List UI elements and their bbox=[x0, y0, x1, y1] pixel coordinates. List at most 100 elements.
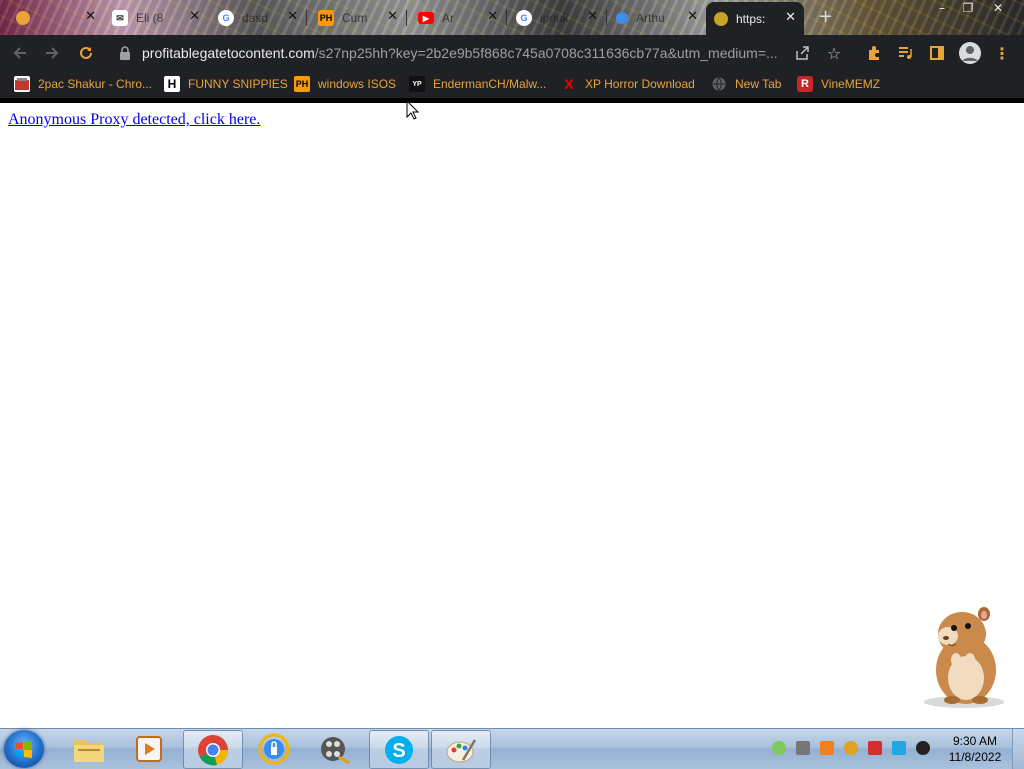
url-host: profitablegatetocontent.com bbox=[142, 45, 315, 61]
media-control-icon[interactable] bbox=[893, 41, 917, 65]
action-center-flag-icon[interactable] bbox=[868, 741, 882, 755]
close-tab-icon[interactable]: ✕ bbox=[587, 9, 598, 24]
paint-icon[interactable] bbox=[431, 730, 491, 769]
svg-text:S: S bbox=[392, 740, 405, 762]
tab-strip: ✕ ✉ Eli (8 ✕ G dasd ✕ PH Cum ✕ ▶ Ar ✕ G … bbox=[0, 0, 1024, 35]
close-tab-icon[interactable]: ✕ bbox=[687, 9, 698, 24]
close-window-button[interactable]: ✕ bbox=[984, 0, 1012, 18]
url-text[interactable]: profitablegatetocontent.com/s27np25hh?ke… bbox=[142, 45, 778, 61]
close-tab-icon[interactable]: ✕ bbox=[387, 9, 398, 24]
x-icon: X bbox=[564, 76, 574, 92]
tab-3[interactable]: PH Cum ✕ bbox=[310, 4, 406, 32]
media-player-icon[interactable] bbox=[120, 730, 178, 767]
mail-icon: ✉ bbox=[112, 10, 128, 26]
file-explorer-icon[interactable] bbox=[60, 730, 118, 767]
skype-icon[interactable]: S bbox=[369, 730, 429, 769]
bookmark-item[interactable]: H FUNNY SNIPPIES bbox=[164, 75, 288, 93]
h-icon: H bbox=[164, 76, 180, 92]
tab-title: Arthu bbox=[636, 11, 665, 25]
close-tab-icon[interactable]: ✕ bbox=[785, 10, 796, 25]
menu-kebab-icon[interactable]: ⋮ bbox=[990, 41, 1014, 65]
tab-5[interactable]: G ipnuk ✕ bbox=[508, 4, 606, 32]
reload-button[interactable] bbox=[74, 41, 98, 65]
bookmark-star-icon[interactable]: ☆ bbox=[822, 41, 846, 65]
tab-title: Cum bbox=[342, 11, 368, 25]
extensions-icon[interactable] bbox=[862, 41, 886, 65]
globe-icon bbox=[616, 12, 628, 24]
lock-icon[interactable] bbox=[118, 45, 132, 61]
forward-button[interactable] bbox=[40, 41, 64, 65]
bookmark-item[interactable]: X XP Horror Download bbox=[561, 75, 695, 93]
search-tray-icon[interactable] bbox=[844, 741, 858, 755]
chrome-icon[interactable] bbox=[183, 730, 243, 769]
tab-title: dasd bbox=[242, 11, 269, 25]
google-icon: G bbox=[218, 10, 234, 26]
browser-toolbar: profitablegatetocontent.com/s27np25hh?ke… bbox=[0, 35, 1024, 70]
windows-taskbar: S 9:30 AM 11/8/2022 bbox=[0, 728, 1024, 769]
tab-4[interactable]: ▶ Ar ✕ bbox=[410, 4, 506, 32]
mouse-cursor-icon bbox=[406, 100, 420, 120]
side-panel-icon[interactable] bbox=[925, 41, 949, 65]
restore-button[interactable]: ❐ bbox=[954, 0, 982, 18]
profile-avatar[interactable] bbox=[958, 41, 982, 65]
system-clock[interactable]: 9:30 AM 11/8/2022 bbox=[940, 733, 1010, 765]
clock-time: 9:30 AM bbox=[952, 734, 998, 748]
bookmark-item[interactable]: R VineMEMZ bbox=[797, 75, 880, 93]
video-editor-icon[interactable] bbox=[306, 730, 364, 767]
close-tab-icon[interactable]: ✕ bbox=[287, 9, 298, 24]
tab-title: Eli (8 bbox=[136, 11, 164, 25]
browser-window: ✕ ✉ Eli (8 ✕ G dasd ✕ PH Cum ✕ ▶ Ar ✕ G … bbox=[0, 0, 1024, 103]
tab-0[interactable]: ✕ bbox=[8, 4, 104, 32]
yp-icon: YP bbox=[409, 76, 425, 92]
google-icon: G bbox=[516, 10, 532, 26]
tab-title: Ar bbox=[442, 11, 454, 25]
chrome-icon bbox=[16, 11, 30, 25]
volume-tray-icon[interactable] bbox=[916, 741, 930, 755]
network-tray-icon[interactable] bbox=[796, 741, 810, 755]
bookmark-item[interactable]: PH windows ISOS bbox=[294, 75, 396, 93]
minimize-button[interactable]: – bbox=[928, 0, 956, 18]
url-path: /s27np25hh?key=2b2e9b5f868c745a0708c3116… bbox=[314, 45, 778, 61]
tab-separator bbox=[406, 10, 407, 26]
globe-icon bbox=[711, 76, 727, 92]
bookmark-item[interactable]: YP EndermanCH/Malw... bbox=[409, 75, 546, 93]
tab-separator bbox=[606, 10, 607, 26]
app-tray-icon[interactable] bbox=[772, 741, 786, 755]
new-tab-button[interactable]: + bbox=[818, 6, 833, 27]
ph-icon: PH bbox=[294, 76, 310, 92]
vpn-icon[interactable] bbox=[245, 730, 303, 767]
ph-icon: PH bbox=[318, 10, 334, 26]
bookmark-label: VineMEMZ bbox=[821, 77, 881, 91]
close-tab-icon[interactable]: ✕ bbox=[487, 9, 498, 24]
hamster-mascot-icon bbox=[924, 607, 1004, 708]
show-desktop-button[interactable] bbox=[1012, 729, 1024, 769]
clock-date: 11/8/2022 bbox=[948, 750, 1002, 764]
site-icon bbox=[714, 11, 728, 26]
bookmark-item[interactable]: New Tab bbox=[711, 75, 781, 93]
bookmark-label: New Tab bbox=[735, 77, 782, 91]
proxy-detected-link[interactable]: Anonymous Proxy detected, click here. bbox=[8, 111, 260, 129]
cassette-icon bbox=[14, 76, 30, 92]
bookmark-label: EndermanCH/Malw... bbox=[433, 77, 547, 91]
back-button[interactable] bbox=[8, 41, 32, 65]
address-bar[interactable]: profitablegatetocontent.com/s27np25hh?ke… bbox=[110, 39, 852, 67]
start-button[interactable] bbox=[4, 730, 44, 768]
bookmark-label: 2pac Shakur - Chro... bbox=[38, 77, 153, 91]
xampp-tray-icon[interactable] bbox=[820, 741, 834, 755]
tab-7-active[interactable]: https: ✕ bbox=[706, 2, 804, 35]
tab-2[interactable]: G dasd ✕ bbox=[210, 4, 306, 32]
tab-6[interactable]: Arthu ✕ bbox=[608, 4, 706, 32]
tab-separator bbox=[306, 10, 307, 26]
youtube-icon: ▶ bbox=[418, 12, 434, 24]
r-icon: R bbox=[797, 76, 813, 92]
bookmark-label: XP Horror Download bbox=[585, 77, 695, 91]
share-icon[interactable] bbox=[790, 41, 814, 65]
tab-1[interactable]: ✉ Eli (8 ✕ bbox=[104, 4, 208, 32]
bookmark-label: FUNNY SNIPPIES bbox=[188, 77, 288, 91]
display-tray-icon[interactable] bbox=[892, 741, 906, 755]
bookmark-item[interactable]: 2pac Shakur - Chro... bbox=[14, 75, 152, 93]
close-tab-icon[interactable]: ✕ bbox=[189, 9, 200, 24]
page-content: Anonymous Proxy detected, click here. bbox=[0, 103, 1024, 728]
close-tab-icon[interactable]: ✕ bbox=[85, 9, 96, 24]
tab-separator bbox=[506, 10, 507, 26]
